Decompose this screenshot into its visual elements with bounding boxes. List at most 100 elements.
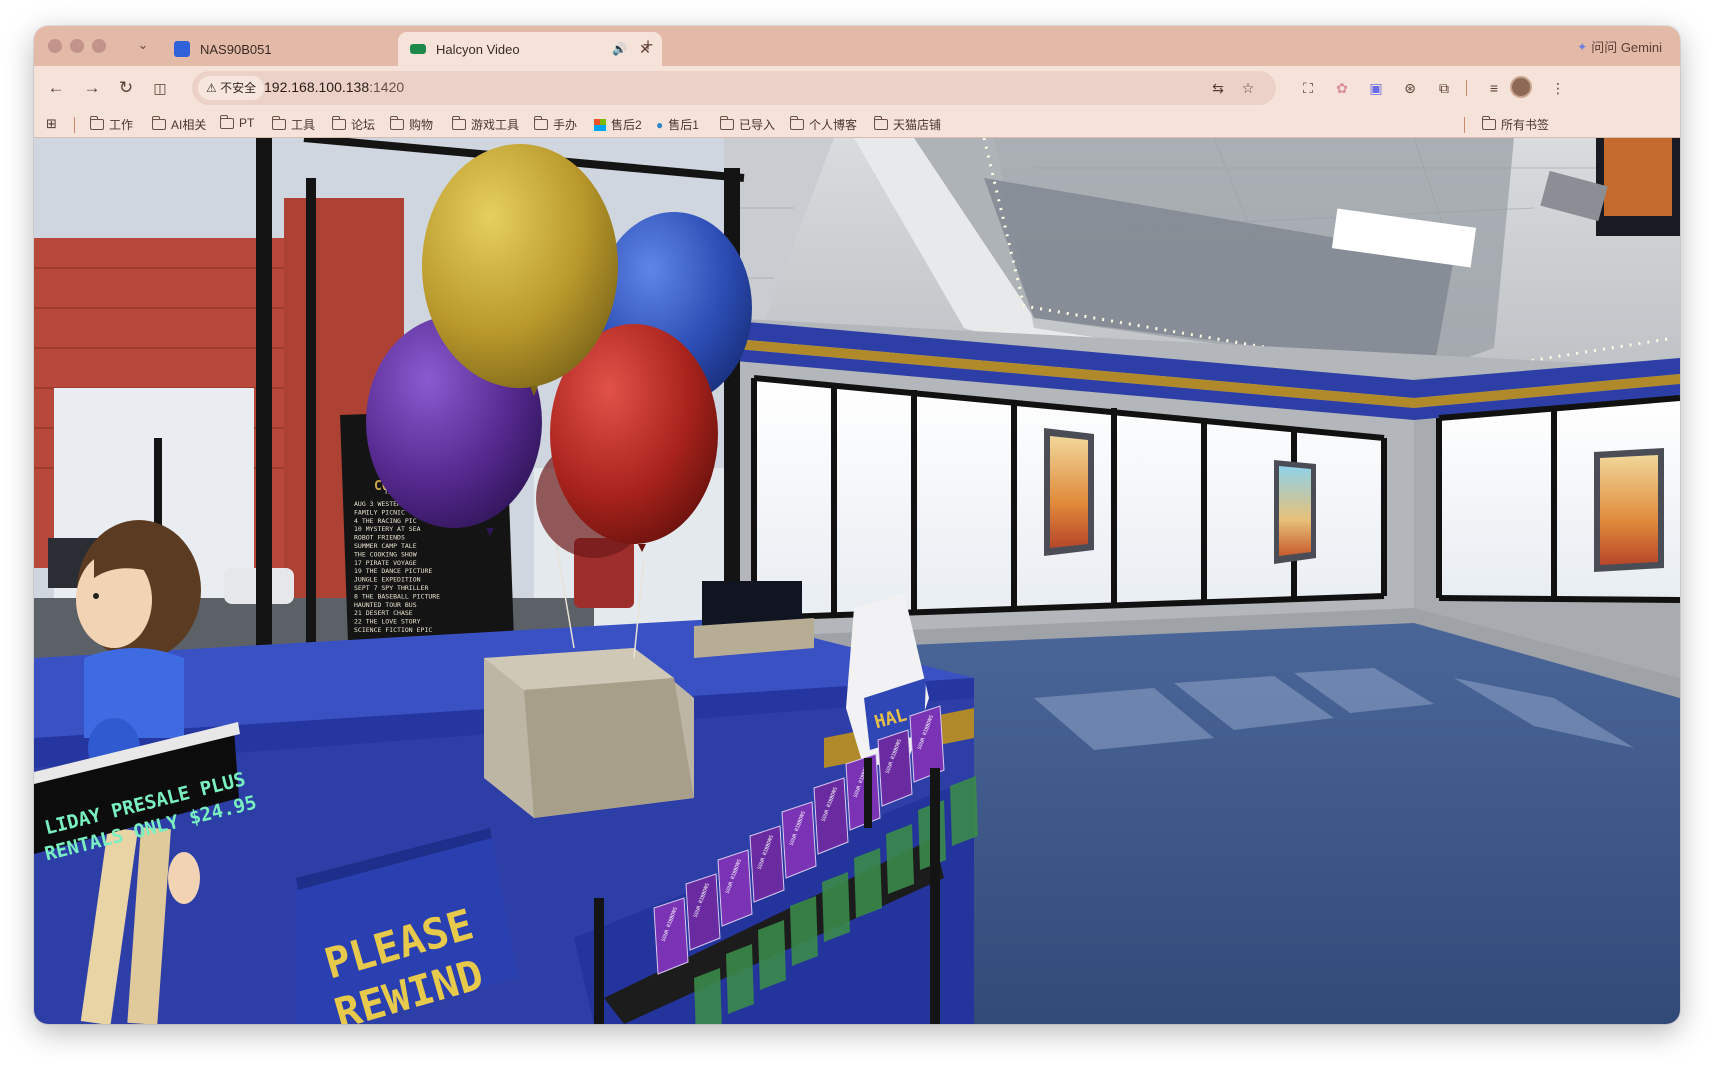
candy-box	[790, 896, 818, 966]
board-line: 8 THE BASEBALL PICTURE	[354, 592, 440, 600]
bookmark-label: 已导入	[739, 118, 776, 132]
bookmark-label: 工作	[109, 118, 134, 132]
bookmark-item[interactable]: 已导入	[719, 116, 776, 133]
tab-strip: ⌄ NAS90B051 ✕ Halcyon Video 🔊 ✕ + ✦ 问问 G…	[34, 26, 1680, 66]
bookmarks-bar: ⊞ 所有书签 工作 AI相关 PT 工具 论坛 购物 游戏工具 手办 售后2 ● 售后1 已导入 个人博…	[34, 110, 1680, 138]
board-line: SUMMER CAMP TALE	[354, 542, 417, 550]
forward-arrow-icon[interactable]: →	[80, 76, 104, 100]
speaker-icon[interactable]: 🔊	[612, 42, 630, 56]
bookmark-label: 论坛	[351, 118, 376, 132]
candy-box	[726, 944, 754, 1014]
folder-icon	[331, 116, 346, 130]
tab-title: Halcyon Video	[436, 41, 520, 57]
zoom-window-button[interactable]	[92, 39, 106, 53]
candy-box	[758, 920, 786, 990]
candy-box	[813, 777, 849, 855]
movie-poster	[1044, 428, 1094, 556]
back-arrow-icon[interactable]: ←	[44, 76, 68, 100]
gemini-label: 问问 Gemini	[1591, 40, 1662, 55]
store-scene[interactable]: WE COMI STORESPACE ADCOMEDY DUTHE DETECT…	[34, 138, 1680, 1024]
puzzle-extensions-icon[interactable]: ⧉	[1432, 76, 1456, 100]
split-view-icon[interactable]: ◫	[148, 76, 172, 100]
folder-icon	[789, 116, 804, 130]
screenshot-extension-icon[interactable]: ⛶	[1296, 76, 1320, 100]
bookmark-item[interactable]: 论坛	[331, 116, 376, 133]
bookmark-item[interactable]: 售后2	[594, 116, 642, 133]
board-line: JUNGLE EXPEDITION	[354, 576, 421, 584]
bookmark-item[interactable]: 手办	[533, 116, 578, 133]
folder-icon	[219, 114, 234, 129]
chevron-down-icon[interactable]: ⌄	[132, 34, 154, 56]
candy-box	[717, 849, 753, 927]
reading-list-icon[interactable]: ≡	[1482, 76, 1506, 100]
openai-extension-icon[interactable]: ⊛	[1398, 76, 1422, 100]
browser-window: ⌄ NAS90B051 ✕ Halcyon Video 🔊 ✕ + ✦ 问问 G…	[34, 26, 1680, 1024]
bookmark-label: 工具	[291, 118, 316, 132]
movie-poster	[1594, 448, 1664, 572]
candy-box	[749, 825, 785, 903]
extension-icon[interactable]: ✿	[1330, 76, 1354, 100]
board-line: 22 THE LOVE STORY	[354, 618, 421, 626]
bookmark-label: 天猫店铺	[893, 118, 942, 132]
bookmark-label: 售后1	[668, 118, 699, 132]
board-line: 4 THE RACING PIC	[354, 517, 417, 525]
more-menu-icon[interactable]: ⋮	[1546, 76, 1570, 100]
halcyon-favicon-icon	[410, 44, 426, 54]
candy-box	[781, 801, 817, 879]
reload-icon[interactable]: ↻	[114, 76, 138, 100]
candy-box	[822, 872, 850, 942]
folder-icon	[873, 116, 888, 130]
all-bookmarks-button[interactable]: 所有书签	[1481, 116, 1550, 133]
board-line: THE COOKING SHOW	[354, 550, 417, 558]
folder-icon	[719, 116, 734, 130]
minimize-window-button[interactable]	[70, 39, 84, 53]
bookmark-item[interactable]: ● 售后1	[656, 116, 699, 133]
bookmark-label: 个人博客	[809, 118, 858, 132]
bookmark-item[interactable]: 工作	[89, 116, 134, 133]
folder-icon	[389, 116, 404, 130]
nas-favicon-icon	[174, 41, 190, 57]
translate-icon[interactable]: ⇆	[1208, 78, 1228, 98]
tab-nas[interactable]: NAS90B051 ✕	[162, 32, 424, 66]
bookmark-label: 手办	[553, 118, 578, 132]
board-line: 21 DESERT CHASE	[354, 609, 413, 617]
bookmark-label: AI相关	[171, 118, 207, 132]
board-line: ROBOT FRIENDS	[354, 534, 405, 542]
folder-icon	[151, 116, 166, 130]
bookmark-item[interactable]: 游戏工具	[451, 116, 520, 133]
bookmark-label: 游戏工具	[471, 118, 520, 132]
toolbar-divider	[1466, 80, 1467, 96]
candy-box	[950, 776, 978, 846]
candy-box	[877, 729, 913, 807]
bookmark-item[interactable]: AI相关	[151, 116, 207, 133]
gemini-button[interactable]: ✦ 问问 Gemini	[1577, 37, 1662, 56]
url-text[interactable]: 192.168.100.138:1420	[264, 79, 404, 95]
all-bookmarks-label: 所有书签	[1501, 118, 1550, 132]
bookmark-item[interactable]: 个人博客	[789, 116, 858, 133]
bookmark-item[interactable]: PT	[219, 114, 254, 130]
bookmark-item[interactable]: 购物	[389, 116, 433, 133]
windows-logo-icon	[594, 118, 606, 131]
new-tab-button[interactable]: +	[636, 34, 660, 58]
tab-halcyon-video[interactable]: Halcyon Video 🔊 ✕	[398, 32, 662, 66]
avatar[interactable]	[1510, 76, 1532, 98]
url-host: 192.168.100.138	[264, 79, 370, 95]
apps-grid-icon[interactable]: ⊞	[46, 116, 57, 132]
globe-icon: ●	[656, 117, 664, 132]
url-port: :1420	[369, 79, 405, 95]
address-bar[interactable]: ⚠ 不安全 192.168.100.138:1420 ⇆ ☆	[192, 71, 1276, 105]
folder-icon	[533, 116, 548, 130]
security-chip[interactable]: ⚠ 不安全	[198, 76, 265, 100]
folder-icon	[451, 116, 466, 130]
star-icon[interactable]: ☆	[1238, 78, 1258, 98]
media-extension-icon[interactable]: ▣	[1364, 76, 1388, 100]
game-viewport[interactable]: WE COMI STORESPACE ADCOMEDY DUTHE DETECT…	[34, 138, 1680, 1024]
board-line: 19 THE DANCE PICTURE	[354, 567, 432, 575]
board-line: SCIENCE FICTION EPIC	[354, 626, 432, 634]
bookmark-item[interactable]: 工具	[271, 116, 316, 133]
tab-title: NAS90B051	[200, 41, 272, 57]
bookmark-item[interactable]: 天猫店铺	[873, 116, 942, 133]
close-window-button[interactable]	[48, 39, 62, 53]
board-line: 17 PIRATE VOYAGE	[354, 559, 417, 567]
candy-box	[653, 897, 689, 975]
